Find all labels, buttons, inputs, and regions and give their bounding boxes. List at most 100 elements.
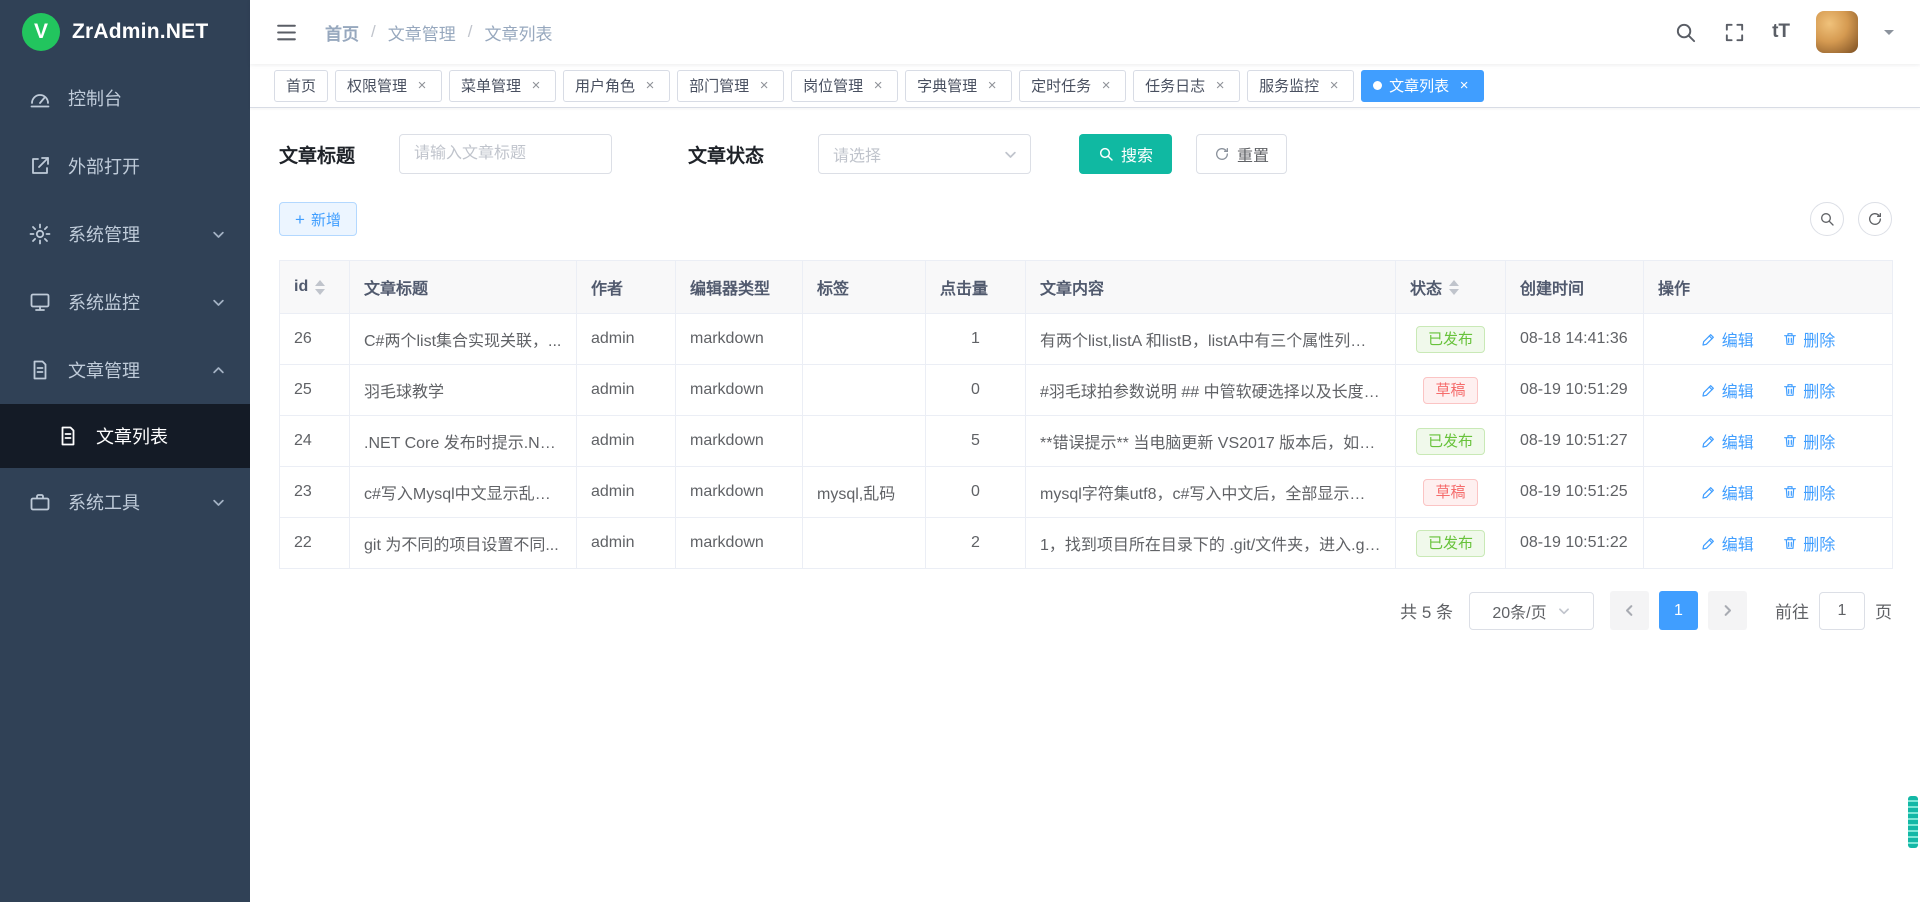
sidebar-item-system-tools[interactable]: 系统工具 bbox=[0, 468, 250, 536]
tab-service-monitor[interactable]: 服务监控× bbox=[1247, 70, 1354, 102]
edit-link[interactable]: 编辑 bbox=[1701, 429, 1754, 453]
sidebar-item-dashboard[interactable]: 控制台 bbox=[0, 64, 250, 132]
gear-icon bbox=[28, 222, 52, 246]
cell-id: 24 bbox=[280, 416, 350, 467]
fullscreen-icon[interactable] bbox=[1723, 21, 1746, 44]
font-size-icon[interactable]: tT bbox=[1772, 21, 1790, 43]
close-icon[interactable]: × bbox=[1212, 78, 1228, 94]
pencil-icon bbox=[1701, 484, 1717, 500]
sidebar-item-external-open[interactable]: 外部打开 bbox=[0, 132, 250, 200]
edit-link[interactable]: 编辑 bbox=[1701, 531, 1754, 555]
edit-link[interactable]: 编辑 bbox=[1701, 327, 1754, 351]
status-filter-label: 文章状态 bbox=[688, 141, 764, 168]
caret-down-icon[interactable] bbox=[1884, 30, 1894, 40]
goto-label: 前往 bbox=[1775, 598, 1809, 623]
cell-clicks: 0 bbox=[926, 467, 1026, 518]
delete-link[interactable]: 删除 bbox=[1782, 531, 1835, 555]
delete-link[interactable]: 删除 bbox=[1782, 327, 1835, 351]
close-icon[interactable]: × bbox=[756, 78, 772, 94]
pencil-icon bbox=[1701, 382, 1717, 398]
tab-label: 字典管理 bbox=[917, 75, 977, 96]
tab-article-list[interactable]: 文章列表× bbox=[1361, 70, 1484, 102]
delete-link[interactable]: 删除 bbox=[1782, 480, 1835, 504]
cell-content: mysql字符集utf8，c#写入中文后，全部显示成? ... bbox=[1026, 467, 1396, 518]
tab-label: 首页 bbox=[286, 75, 316, 96]
edit-link[interactable]: 编辑 bbox=[1701, 480, 1754, 504]
title-filter-input[interactable] bbox=[399, 134, 612, 174]
goto-page-input[interactable] bbox=[1819, 592, 1865, 630]
total-count: 共 5 条 bbox=[1400, 598, 1453, 623]
cell-clicks: 1 bbox=[926, 314, 1026, 365]
sidebar-item-system-mgmt[interactable]: 系统管理 bbox=[0, 200, 250, 268]
hamburger-icon[interactable] bbox=[274, 20, 299, 45]
refresh-button[interactable] bbox=[1858, 202, 1892, 236]
column-header-editor: 编辑器类型 bbox=[676, 261, 803, 314]
table-row: 24 .NET Core 发布时提示.NET... admin markdown… bbox=[280, 416, 1893, 467]
tab-dept-mgmt[interactable]: 部门管理× bbox=[677, 70, 784, 102]
pager: 1 bbox=[1610, 591, 1747, 630]
cell-editor: markdown bbox=[676, 467, 803, 518]
sidebar-item-label: 文章管理 bbox=[68, 357, 140, 383]
tab-dict-mgmt[interactable]: 字典管理 × bbox=[905, 70, 1012, 102]
edit-link[interactable]: 编辑 bbox=[1701, 378, 1754, 402]
tab-label: 用户角色 bbox=[575, 75, 635, 96]
close-icon[interactable]: × bbox=[1456, 78, 1472, 94]
status-badge: 已发布 bbox=[1416, 428, 1485, 455]
title-filter-label: 文章标题 bbox=[279, 141, 355, 168]
cell-status: 已发布 bbox=[1396, 518, 1506, 569]
close-icon[interactable]: × bbox=[1326, 78, 1342, 94]
next-page-button[interactable] bbox=[1708, 591, 1747, 630]
close-icon[interactable]: × bbox=[528, 78, 544, 94]
column-header-clicks: 点击量 bbox=[926, 261, 1026, 314]
add-button[interactable]: + 新增 bbox=[279, 202, 357, 236]
add-button-label: 新增 bbox=[311, 209, 341, 230]
chevron-down-icon bbox=[211, 295, 226, 310]
goto-suffix: 页 bbox=[1875, 598, 1892, 623]
page-size-select[interactable]: 20条/页 bbox=[1469, 592, 1594, 630]
column-header-content: 文章内容 bbox=[1026, 261, 1396, 314]
search-button-label: 搜索 bbox=[1121, 142, 1153, 166]
goto-page: 前往 页 bbox=[1775, 592, 1892, 630]
close-icon[interactable]: × bbox=[984, 78, 1000, 94]
close-icon[interactable]: × bbox=[642, 78, 658, 94]
status-badge: 草稿 bbox=[1423, 377, 1477, 404]
close-icon[interactable]: × bbox=[870, 78, 886, 94]
cell-actions: 编辑 删除 bbox=[1644, 416, 1893, 467]
close-icon[interactable]: × bbox=[1098, 78, 1114, 94]
column-header-tags: 标签 bbox=[803, 261, 926, 314]
status-filter-select[interactable]: 请选择 bbox=[818, 134, 1031, 174]
scrollbar-thumb[interactable] bbox=[1908, 796, 1918, 848]
tab-permission-mgmt[interactable]: 权限管理× bbox=[335, 70, 442, 102]
sidebar-item-article-mgmt[interactable]: 文章管理 bbox=[0, 336, 250, 404]
tab-home[interactable]: 首页 bbox=[274, 70, 328, 102]
search-icon[interactable] bbox=[1674, 21, 1697, 44]
prev-page-button[interactable] bbox=[1610, 591, 1649, 630]
search-button[interactable]: 搜索 bbox=[1079, 134, 1172, 174]
sort-icon[interactable] bbox=[1449, 280, 1459, 295]
breadcrumb-article-list: 文章列表 bbox=[484, 20, 552, 45]
cell-actions: 编辑 删除 bbox=[1644, 314, 1893, 365]
tab-post-mgmt[interactable]: 岗位管理× bbox=[791, 70, 898, 102]
reset-button[interactable]: 重置 bbox=[1196, 134, 1287, 174]
close-icon[interactable]: × bbox=[414, 78, 430, 94]
sort-icon[interactable] bbox=[315, 280, 325, 295]
page-number-button[interactable]: 1 bbox=[1659, 591, 1698, 630]
toggle-search-button[interactable] bbox=[1810, 202, 1844, 236]
cell-actions: 编辑 删除 bbox=[1644, 518, 1893, 569]
breadcrumb-article-mgmt[interactable]: 文章管理 bbox=[388, 20, 456, 45]
tab-menu-mgmt[interactable]: 菜单管理× bbox=[449, 70, 556, 102]
search-icon bbox=[1819, 211, 1835, 227]
breadcrumb-home[interactable]: 首页 bbox=[325, 20, 359, 45]
pencil-icon bbox=[1701, 433, 1717, 449]
tab-scheduled-task[interactable]: 定时任务× bbox=[1019, 70, 1126, 102]
tab-user-role[interactable]: 用户角色 × bbox=[563, 70, 670, 102]
refresh-icon bbox=[1867, 211, 1883, 227]
sidebar-item-system-monitor[interactable]: 系统监控 bbox=[0, 268, 250, 336]
pencil-icon bbox=[1701, 535, 1717, 551]
avatar[interactable] bbox=[1816, 11, 1858, 53]
delete-link[interactable]: 删除 bbox=[1782, 378, 1835, 402]
delete-link[interactable]: 删除 bbox=[1782, 429, 1835, 453]
tab-task-log[interactable]: 任务日志× bbox=[1133, 70, 1240, 102]
cell-id: 25 bbox=[280, 365, 350, 416]
sidebar-item-article-list[interactable]: 文章列表 bbox=[0, 404, 250, 468]
